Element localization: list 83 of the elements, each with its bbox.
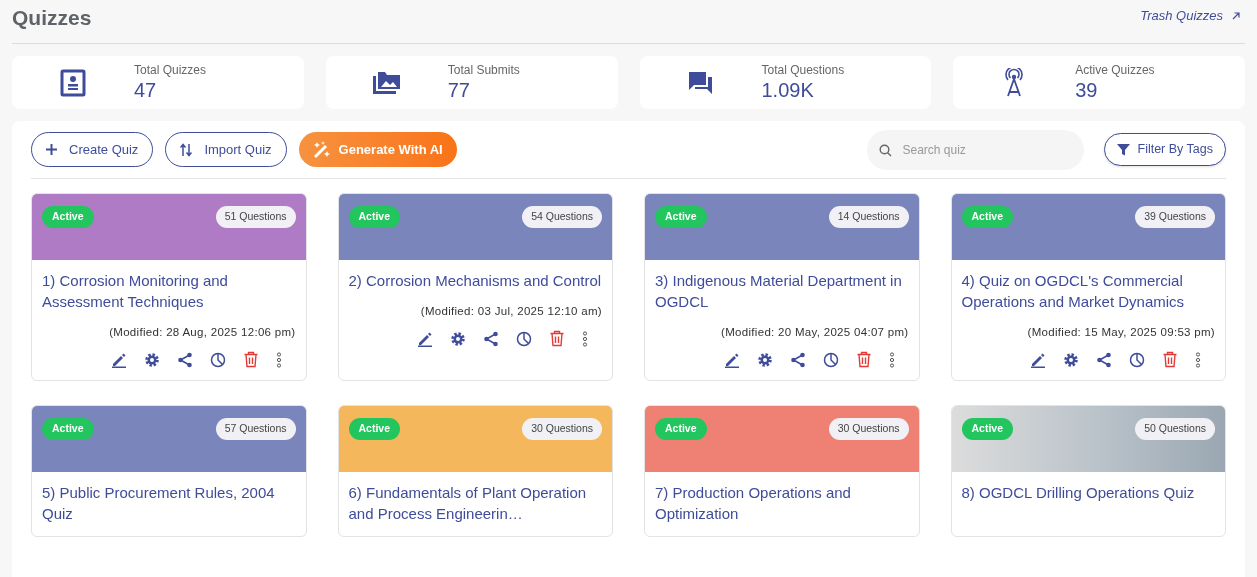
share-icon[interactable] [483, 330, 499, 347]
stat-value: 39 [1075, 77, 1099, 103]
pie-chart-icon[interactable] [822, 351, 839, 368]
settings-icon[interactable] [143, 351, 160, 368]
stat-label: Total Quizzes [134, 62, 207, 78]
question-count-badge: 14 Questions [828, 206, 909, 228]
quiz-card[interactable]: Active 30 Questions 7) Production Operations and Optimization [644, 405, 920, 538]
more-options-icon[interactable] [888, 351, 895, 368]
edit-pencil-icon[interactable] [110, 351, 127, 368]
delete-icon[interactable] [549, 330, 565, 348]
quiz-card[interactable]: Active 54 Questions 2) Corrosion Mechanisms and Control (Modified: 03 Jul, 2025 12:10 am) [337, 193, 613, 382]
question-count-badge: 30 Questions [828, 418, 909, 440]
quiz-card[interactable]: Active 51 Questions 1) Corrosion Monitoring and Assessment Techniques (Modified: 28 Aug, 2025 12:06 pm) [31, 193, 307, 382]
active-status-badge: Active [655, 418, 707, 440]
filter-by-tags-button[interactable]: Filter By Tags [1103, 133, 1226, 166]
arrow-up-right-icon [1231, 10, 1241, 21]
active-status-badge: Active [961, 418, 1013, 440]
modified-date: (Modified: 28 Aug, 2025 12:06 pm) [108, 325, 296, 340]
quiz-card[interactable]: Active 50 Questions 8) OGDCL Drilling Operations Quiz [950, 405, 1226, 538]
active-status-badge: Active [42, 418, 94, 440]
magic-wand-icon [312, 140, 331, 159]
plus-icon [46, 144, 57, 155]
stat-value: 77 [447, 77, 471, 103]
quiz-card[interactable]: Active 57 Questions 5) Public Procurement Rules, 2004 Quiz [31, 405, 307, 538]
stat-value: 47 [134, 77, 158, 103]
more-options-icon[interactable] [275, 351, 282, 368]
question-count-badge: 50 Questions [1135, 418, 1215, 440]
more-options-icon[interactable] [582, 330, 588, 347]
page-title: Quizzes [12, 4, 92, 31]
delete-icon[interactable] [242, 351, 259, 369]
create-quiz-button[interactable]: Create Quiz [31, 132, 154, 167]
contact-card-icon [59, 68, 87, 97]
quiz-title[interactable]: 1) Corrosion Monitoring and Assessment Techniques [42, 270, 296, 312]
trash-quizzes-link[interactable]: Trash Quizzes [1140, 5, 1241, 26]
up-down-arrows-icon [180, 142, 193, 157]
quiz-title[interactable]: 7) Production Operations and Optimization [655, 482, 909, 525]
pie-chart-icon[interactable] [209, 351, 226, 368]
question-count-badge: 54 Questions [522, 206, 602, 228]
filter-icon [1116, 143, 1130, 156]
quiz-title[interactable]: 8) OGDCL Drilling Operations Quiz [961, 482, 1215, 504]
quiz-title[interactable]: 4) Quiz on OGDCL's Commercial Operations and Market Dynamics [961, 270, 1215, 312]
quiz-card[interactable]: Active 39 Questions 4) Quiz on OGDCL's Commercial Operations and Market Dynamics (Modified: 15 May, 2025 09:53 pm) [950, 193, 1226, 382]
stat-label: Total Submits [447, 62, 520, 78]
import-quiz-button[interactable]: Import Quiz [165, 132, 287, 167]
question-count-badge: 57 Questions [215, 418, 296, 440]
quiz-title[interactable]: 3) Indigenous Material Department in OGDCL [655, 270, 909, 312]
quiz-title[interactable]: 5) Public Procurement Rules, 2004 Quiz [42, 482, 296, 525]
edit-pencil-icon[interactable] [723, 351, 740, 368]
delete-icon[interactable] [1162, 351, 1178, 369]
question-count-badge: 39 Questions [1135, 206, 1215, 228]
quiz-card[interactable]: Active 30 Questions 6) Fundamentals of Plant Operation and Process Engineerin… [337, 405, 613, 538]
quiz-title[interactable]: 2) Corrosion Mechanisms and Control [348, 270, 602, 291]
active-status-badge: Active [42, 206, 94, 228]
active-status-badge: Active [961, 206, 1013, 228]
image-folder-icon [371, 69, 402, 96]
settings-icon[interactable] [1063, 351, 1079, 368]
delete-icon[interactable] [855, 351, 872, 369]
chat-bubbles-icon [686, 69, 715, 96]
stat-label: Active Quizzes [1075, 62, 1155, 78]
share-icon[interactable] [789, 351, 806, 368]
active-status-badge: Active [348, 206, 400, 228]
stat-value: 1.09K [761, 77, 815, 103]
modified-date: (Modified: 20 May, 2025 04:07 pm) [720, 325, 909, 340]
question-count-badge: 30 Questions [522, 418, 602, 440]
settings-icon[interactable] [756, 351, 773, 368]
pie-chart-icon[interactable] [516, 330, 532, 347]
search-field[interactable]: Search quiz [866, 129, 1084, 170]
share-icon[interactable] [1096, 351, 1112, 368]
settings-icon[interactable] [450, 330, 466, 347]
share-icon[interactable] [176, 351, 193, 368]
active-status-badge: Active [348, 418, 400, 440]
quiz-card[interactable]: Active 14 Questions 3) Indigenous Material Department in OGDCL (Modified: 20 May, 2025 04:07 pm) [644, 193, 920, 382]
stat-label: Total Questions [761, 62, 845, 78]
active-status-badge: Active [655, 206, 707, 228]
modified-date: (Modified: 15 May, 2025 09:53 pm) [1026, 325, 1215, 340]
search-icon [878, 143, 892, 157]
quiz-title[interactable]: 6) Fundamentals of Plant Operation and Process Engineerin… [348, 482, 602, 525]
edit-pencil-icon[interactable] [417, 330, 433, 347]
modified-date: (Modified: 03 Jul, 2025 12:10 am) [419, 304, 602, 319]
question-count-badge: 51 Questions [215, 206, 296, 228]
pie-chart-icon[interactable] [1129, 351, 1145, 368]
more-options-icon[interactable] [1195, 351, 1201, 368]
edit-pencil-icon[interactable] [1030, 351, 1046, 368]
